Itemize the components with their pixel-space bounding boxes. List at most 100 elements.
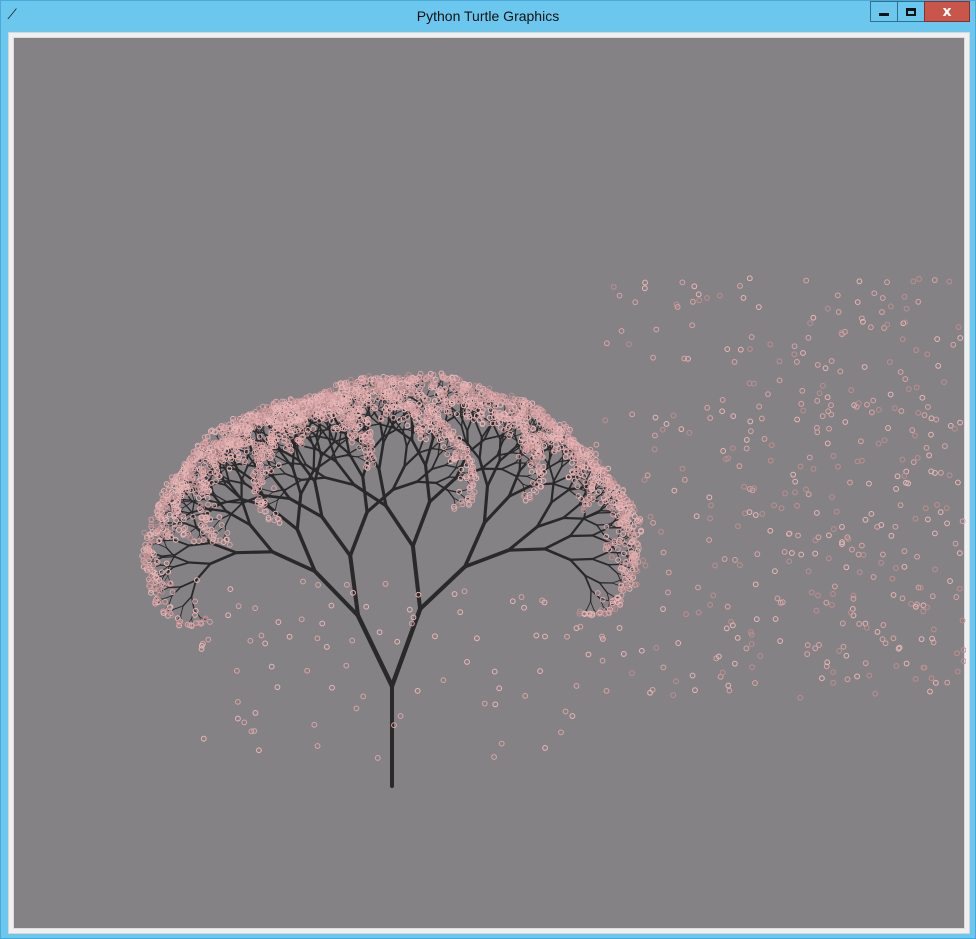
branch bbox=[607, 564, 619, 574]
minimize-icon bbox=[879, 13, 889, 16]
branch bbox=[312, 447, 316, 472]
branch bbox=[478, 436, 484, 460]
branch bbox=[209, 551, 238, 566]
window-title: Python Turtle Graphics bbox=[416, 8, 560, 24]
branch bbox=[486, 459, 501, 488]
branch bbox=[182, 595, 193, 607]
branch bbox=[300, 476, 327, 481]
branch bbox=[551, 482, 568, 490]
branch bbox=[548, 452, 551, 466]
branch bbox=[384, 503, 415, 548]
blossom bbox=[466, 488, 473, 494]
branch bbox=[274, 499, 279, 511]
branch bbox=[410, 439, 427, 467]
blossom bbox=[176, 527, 182, 533]
branch bbox=[415, 467, 433, 483]
maximize-button[interactable] bbox=[897, 1, 925, 22]
branch bbox=[482, 484, 490, 525]
branch bbox=[389, 606, 423, 689]
branch bbox=[500, 461, 517, 470]
branch bbox=[480, 454, 499, 470]
branch bbox=[299, 469, 315, 496]
branch bbox=[418, 564, 467, 611]
branch bbox=[543, 534, 572, 551]
blossom bbox=[218, 522, 225, 528]
branch bbox=[448, 467, 457, 478]
blossom bbox=[347, 376, 354, 383]
branch bbox=[234, 550, 275, 555]
blossom bbox=[169, 589, 176, 596]
title-bar[interactable]: ⁄ Python Turtle Graphics x bbox=[1, 1, 975, 31]
branch bbox=[161, 555, 176, 558]
maximize-icon bbox=[906, 7, 916, 16]
branch bbox=[478, 457, 489, 488]
branch bbox=[532, 420, 538, 431]
branch bbox=[543, 547, 572, 562]
branch bbox=[500, 468, 516, 477]
branch bbox=[392, 407, 395, 425]
blossom bbox=[522, 497, 529, 504]
branch bbox=[498, 438, 502, 463]
branch bbox=[267, 499, 279, 505]
branch bbox=[226, 501, 244, 504]
blossom bbox=[271, 485, 277, 492]
blossom bbox=[216, 514, 223, 520]
branch bbox=[312, 457, 332, 472]
branch bbox=[230, 501, 244, 515]
branch bbox=[591, 558, 610, 566]
branch bbox=[410, 544, 423, 611]
branch bbox=[424, 437, 435, 467]
branch bbox=[482, 495, 511, 525]
branch bbox=[271, 473, 287, 476]
branch bbox=[411, 500, 432, 548]
branch bbox=[187, 561, 212, 565]
branch bbox=[582, 517, 598, 526]
branch bbox=[586, 601, 592, 611]
close-button[interactable]: x bbox=[924, 1, 970, 22]
branch bbox=[174, 544, 191, 556]
blossom bbox=[141, 529, 148, 536]
branch bbox=[180, 605, 184, 616]
branch bbox=[518, 449, 522, 473]
branch bbox=[288, 497, 324, 519]
branch bbox=[569, 558, 586, 577]
app-window: ⁄ Python Turtle Graphics x bbox=[0, 0, 976, 939]
branch bbox=[568, 534, 594, 538]
branch bbox=[160, 565, 170, 573]
branch bbox=[506, 547, 547, 552]
branch bbox=[590, 601, 595, 611]
branch bbox=[548, 464, 555, 482]
branch bbox=[506, 525, 539, 552]
branch bbox=[183, 502, 193, 514]
turtle-canvas[interactable] bbox=[13, 37, 966, 929]
branch bbox=[348, 510, 369, 558]
branch bbox=[168, 586, 182, 589]
cherry-tree-drawing bbox=[139, 275, 966, 788]
branch bbox=[598, 582, 608, 594]
branch bbox=[583, 509, 601, 519]
branch bbox=[356, 456, 366, 462]
blossom bbox=[195, 538, 202, 544]
branch bbox=[173, 555, 190, 564]
branch bbox=[562, 516, 585, 520]
branch bbox=[434, 476, 450, 484]
branch bbox=[566, 475, 580, 478]
minimize-button[interactable] bbox=[870, 1, 898, 22]
branch bbox=[295, 492, 303, 531]
branch bbox=[552, 466, 563, 482]
branch bbox=[313, 480, 324, 519]
blossom bbox=[201, 434, 208, 441]
branch bbox=[320, 515, 353, 558]
branch bbox=[428, 476, 458, 504]
blossom bbox=[562, 453, 569, 460]
branch bbox=[591, 551, 610, 560]
branch bbox=[569, 557, 594, 561]
blossom bbox=[224, 530, 231, 536]
branch bbox=[431, 447, 444, 451]
blossoms bbox=[139, 275, 966, 761]
branch bbox=[611, 579, 622, 584]
branch bbox=[550, 489, 570, 504]
branch bbox=[377, 440, 385, 471]
blossom bbox=[404, 422, 411, 429]
blossom bbox=[148, 589, 154, 596]
